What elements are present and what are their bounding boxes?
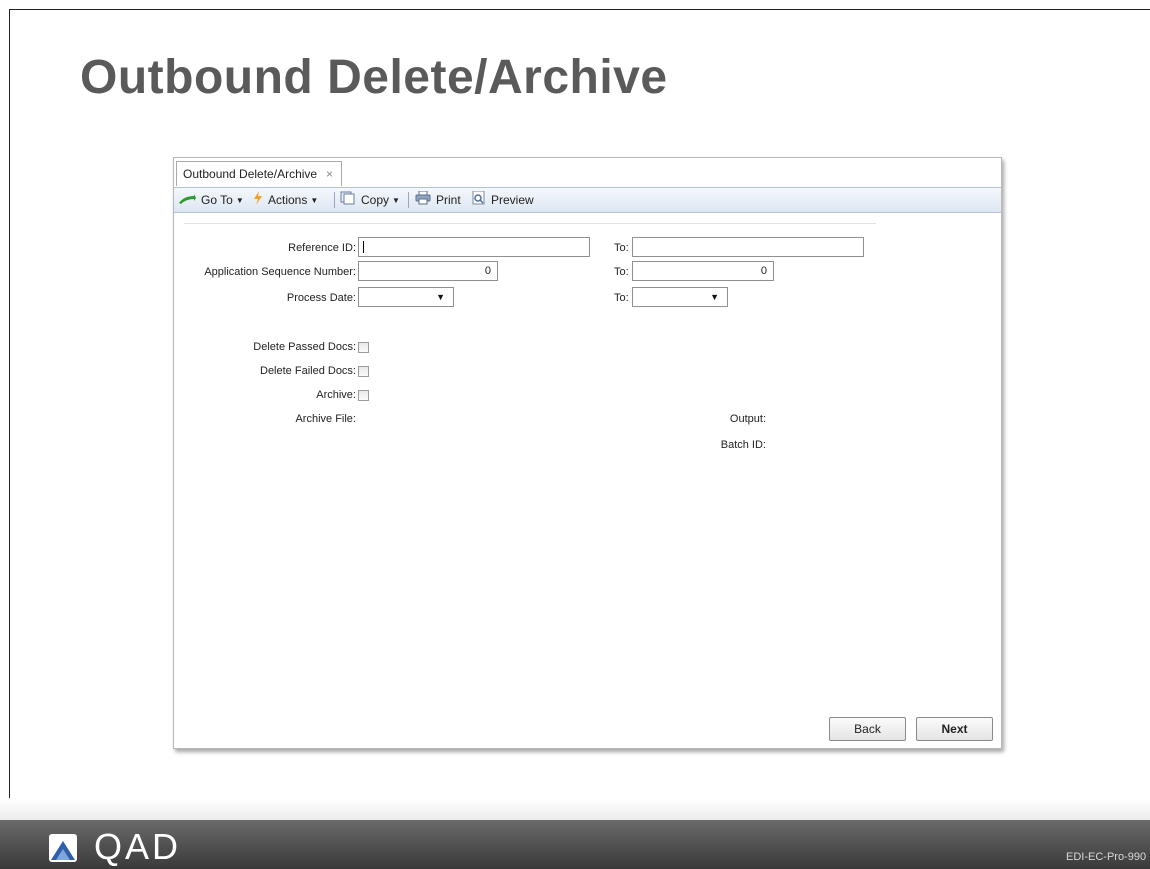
reference-id-input[interactable]	[358, 237, 590, 257]
slide-border	[9, 9, 10, 869]
process-date-picker[interactable]: ▼	[358, 287, 454, 307]
preview-icon	[472, 189, 486, 213]
chevron-down-icon: ▼	[235, 195, 244, 205]
back-button[interactable]: Back	[829, 717, 906, 741]
print-label: Print	[436, 193, 461, 207]
archive-file-label: Archive File:	[295, 413, 356, 425]
chevron-down-icon: ▼	[392, 195, 400, 205]
qad-logo-icon	[48, 833, 78, 863]
toolbar-divider	[334, 192, 335, 208]
goto-arrow-icon	[178, 189, 196, 213]
tab-strip: Outbound Delete/Archive ×	[174, 158, 1001, 187]
app-seq-to-input[interactable]: 0	[632, 261, 774, 281]
footer-band	[0, 798, 1150, 820]
process-date-to-picker[interactable]: ▼	[632, 287, 728, 307]
chevron-down-icon[interactable]: ▼	[436, 288, 445, 306]
app-seq-to-label: To:	[614, 266, 629, 278]
delete-passed-checkbox[interactable]	[358, 342, 369, 353]
batch-id-label: Batch ID:	[720, 439, 766, 451]
archive-checkbox[interactable]	[358, 390, 369, 401]
text-cursor	[363, 241, 364, 253]
actions-button[interactable]: Actions ▼	[253, 188, 318, 212]
delete-failed-label: Delete Failed Docs:	[260, 365, 356, 377]
actions-label: Actions	[268, 193, 308, 207]
output-label: Output:	[729, 413, 766, 425]
preview-button[interactable]: Preview	[472, 188, 534, 212]
slide-title: Outbound Delete/Archive	[80, 51, 668, 104]
app-window: Outbound Delete/Archive × Go To ▼ Actions…	[173, 157, 1002, 749]
toolbar-divider	[408, 192, 409, 208]
copy-label: Copy	[361, 193, 390, 207]
divider	[184, 223, 876, 224]
preview-label: Preview	[491, 193, 534, 207]
reference-id-to-input[interactable]	[632, 237, 864, 257]
slide-code: EDI-EC-Pro-990	[1066, 851, 1147, 863]
copy-icon	[340, 189, 356, 213]
app-seq-input[interactable]: 0	[358, 261, 498, 281]
reference-id-to-label: To:	[614, 242, 629, 254]
goto-label: Go To	[201, 193, 233, 207]
chevron-down-icon: ▼	[310, 195, 319, 205]
delete-failed-checkbox[interactable]	[358, 366, 369, 377]
delete-passed-label: Delete Passed Docs:	[253, 341, 356, 353]
tab-outbound-delete-archive[interactable]: Outbound Delete/Archive ×	[176, 161, 342, 186]
next-button[interactable]: Next	[916, 717, 993, 741]
toolbar: Go To ▼ Actions ▼ Copy ▼ Print Preview	[174, 187, 1001, 213]
copy-button[interactable]: Copy ▼	[340, 188, 400, 212]
print-button[interactable]: Print	[415, 188, 461, 212]
reference-id-label: Reference ID:	[288, 242, 356, 254]
app-seq-label: Application Sequence Number:	[204, 266, 356, 278]
archive-label: Archive:	[316, 389, 356, 401]
goto-button[interactable]: Go To ▼	[178, 188, 244, 212]
qad-logo-text: QAD	[94, 826, 182, 867]
lightning-icon	[253, 189, 263, 213]
chevron-down-icon[interactable]: ▼	[710, 288, 719, 306]
process-date-label: Process Date:	[286, 292, 356, 304]
close-icon[interactable]: ×	[326, 162, 333, 187]
tab-label: Outbound Delete/Archive	[183, 167, 318, 181]
process-date-to-label: To:	[614, 292, 629, 304]
slide-border	[9, 9, 1150, 10]
printer-icon	[415, 189, 431, 213]
